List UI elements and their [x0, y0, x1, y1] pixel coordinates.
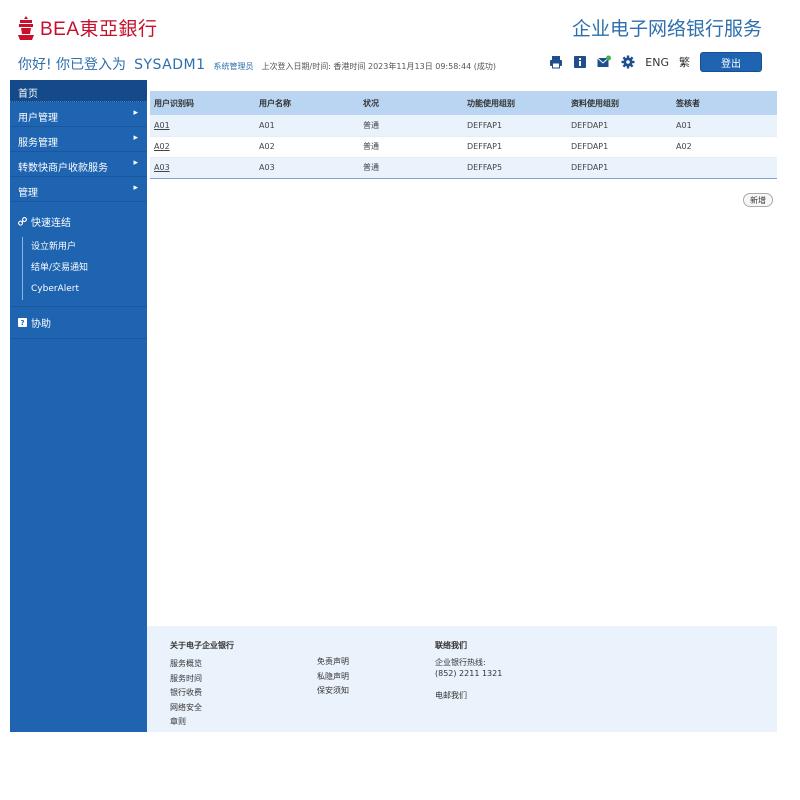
footer-link-service-hours[interactable]: 服务时间 [170, 672, 234, 687]
footer-link-disclaimer[interactable]: 免责声明 [317, 655, 349, 670]
chevron-right-icon: ▸ [133, 133, 138, 143]
footer-link-security[interactable]: 网络安全 [170, 701, 234, 716]
footer-link-service-overview[interactable]: 服务概览 [170, 657, 234, 672]
status-cell: 普通 [363, 120, 379, 130]
col-data-group[interactable]: 资料使用组别 [567, 91, 672, 115]
quick-link-cyberalert[interactable]: CyberAlert [31, 279, 139, 300]
sidebar-item-label: 管理 [18, 188, 38, 199]
logo-text: BEA東亞銀行 [40, 19, 158, 40]
table-row: A02 A02 普通 DEFFAP1 DEFDAP1 A02 [150, 136, 777, 157]
settings-gear-icon[interactable] [621, 55, 635, 69]
col-user-name[interactable]: 用户名称 [255, 91, 359, 115]
greeting-row: 你好! 你已登入为 SYSADM1 系统管理员 上次登入日期/时间: 香港时间 … [18, 54, 496, 74]
footer-link-security-tips[interactable]: 保安须知 [317, 684, 349, 699]
user-name-cell: A02 [259, 142, 275, 151]
user-name-cell: A03 [259, 163, 275, 172]
data-group-cell: DEFDAP1 [571, 142, 609, 151]
chevron-right-icon: ▸ [133, 108, 138, 118]
lang-eng-link[interactable]: ENG [645, 56, 669, 69]
site-title: 企业电子网络银行服务 [571, 18, 762, 40]
sidebar-item-home[interactable]: 首页 [10, 80, 147, 102]
quick-links-title: 快速连结 [18, 214, 139, 229]
info-icon[interactable] [573, 55, 587, 69]
footer-contact-column: 联络我们 企业银行热线: (852) 2211 1321 电邮我们 [435, 640, 502, 704]
sidebar-item-help[interactable]: ? 协助 [10, 307, 147, 339]
footer-legal-column: 免责声明 私隐声明 保安须知 [317, 655, 349, 699]
bea-logo[interactable]: BEA東亞銀行 [16, 14, 158, 41]
sidebar-item-service-management[interactable]: 服务管理 ▸ [10, 127, 147, 152]
user-table: 用户识别码 用户名称 状况 功能使用组别 资料使用组别 签核者 A01 A01 … [150, 91, 777, 179]
last-login-info: 上次登入日期/时间: 香港时间 2023年11月13日 09:58:44 (成功… [261, 62, 496, 71]
user-id-link[interactable]: A01 [154, 121, 170, 130]
sidebar-item-label: 转数快商户收款服务 [18, 163, 108, 174]
footer-link-email-us[interactable]: 电邮我们 [435, 689, 502, 704]
sidebar-item-label: 用户管理 [18, 113, 58, 124]
approver-cell: A02 [676, 142, 692, 151]
function-group-cell: DEFFAP5 [467, 163, 503, 172]
add-user-button[interactable]: 新增 [743, 193, 773, 207]
help-icon: ? [18, 318, 27, 327]
user-id-link[interactable]: A02 [154, 142, 170, 151]
chevron-right-icon: ▸ [133, 158, 138, 168]
data-group-cell: DEFDAP1 [571, 163, 609, 172]
approver-cell: A01 [676, 120, 692, 130]
lang-traditional-link[interactable]: 繁 [679, 54, 690, 70]
quick-links-section: 快速连结 设立新用户 结单/交易通知 CyberAlert [10, 202, 147, 307]
footer-contact-title: 联络我们 [435, 641, 467, 650]
col-function-group[interactable]: 功能使用组别 [463, 91, 567, 115]
approver-cell [672, 157, 777, 178]
data-group-cell: DEFDAP1 [571, 120, 609, 130]
col-status[interactable]: 状况 [359, 91, 463, 115]
table-header-row: 用户识别码 用户名称 状况 功能使用组别 资料使用组别 签核者 [150, 91, 777, 115]
sidebar-item-user-management[interactable]: 用户管理 ▸ [10, 102, 147, 127]
footer-hotline-number: (852) 2211 1321 [435, 669, 503, 678]
user-name-cell: A01 [259, 120, 275, 130]
status-cell: 普通 [363, 163, 379, 172]
greeting-text: 你好! 你已登入为 [18, 57, 127, 73]
table-row: A01 A01 普通 DEFFAP1 DEFDAP1 A01 [150, 115, 777, 136]
message-icon[interactable] [597, 55, 612, 69]
user-role: 系统管理员 [213, 62, 254, 71]
link-icon [18, 217, 27, 226]
footer-link-bank-charges[interactable]: 银行收费 [170, 686, 234, 701]
sidebar-item-fps-merchant[interactable]: 转数快商户收款服务 ▸ [10, 152, 147, 177]
logout-button[interactable]: 登出 [700, 52, 762, 72]
col-approver[interactable]: 签核者 [672, 91, 777, 115]
header: BEA東亞銀行 企业电子网络银行服务 你好! 你已登入为 SYSADM1 系统管… [0, 0, 800, 80]
footer-about-column: 关于电子企业银行 服务概览 服务时间 银行收费 网络安全 章则 [170, 640, 234, 730]
help-label: 协助 [31, 319, 51, 330]
footer: 关于电子企业银行 服务概览 服务时间 银行收费 网络安全 章则 免责声明 私隐声… [147, 626, 777, 732]
toolbar: ENG 繁 登出 [549, 52, 762, 72]
col-user-id[interactable]: 用户识别码 [150, 91, 255, 115]
table-row: A03 A03 普通 DEFFAP5 DEFDAP1 [150, 157, 777, 178]
function-group-cell: DEFFAP1 [467, 142, 503, 151]
status-cell: 普通 [363, 142, 379, 151]
quick-link-statements[interactable]: 结单/交易通知 [31, 258, 139, 279]
chevron-right-icon: ▸ [133, 183, 138, 193]
print-icon[interactable] [549, 55, 563, 69]
footer-link-privacy[interactable]: 私隐声明 [317, 670, 349, 685]
sidebar-item-label: 服务管理 [18, 138, 58, 149]
user-id-link[interactable]: A03 [154, 163, 170, 172]
user-table-panel: 用户识别码 用户名称 状况 功能使用组别 资料使用组别 签核者 A01 A01 … [150, 91, 777, 207]
sidebar-item-administration[interactable]: 管理 ▸ [10, 177, 147, 202]
quick-links-label: 快速连结 [31, 218, 71, 229]
footer-hotline-label: 企业银行热线: [435, 658, 486, 667]
function-group-cell: DEFFAP1 [467, 120, 503, 130]
username: SYSADM1 [134, 57, 206, 73]
bea-emblem-icon [18, 15, 34, 40]
quick-links-list: 设立新用户 结单/交易通知 CyberAlert [22, 237, 139, 300]
page: BEA東亞銀行 企业电子网络银行服务 你好! 你已登入为 SYSADM1 系统管… [0, 0, 800, 800]
quick-link-create-user[interactable]: 设立新用户 [31, 237, 139, 258]
footer-about-title: 关于电子企业银行 [170, 641, 234, 650]
footer-link-terms[interactable]: 章则 [170, 715, 234, 730]
sidebar: 首页 用户管理 ▸ 服务管理 ▸ 转数快商户收款服务 ▸ 管理 ▸ 快速连结 设… [10, 80, 147, 732]
